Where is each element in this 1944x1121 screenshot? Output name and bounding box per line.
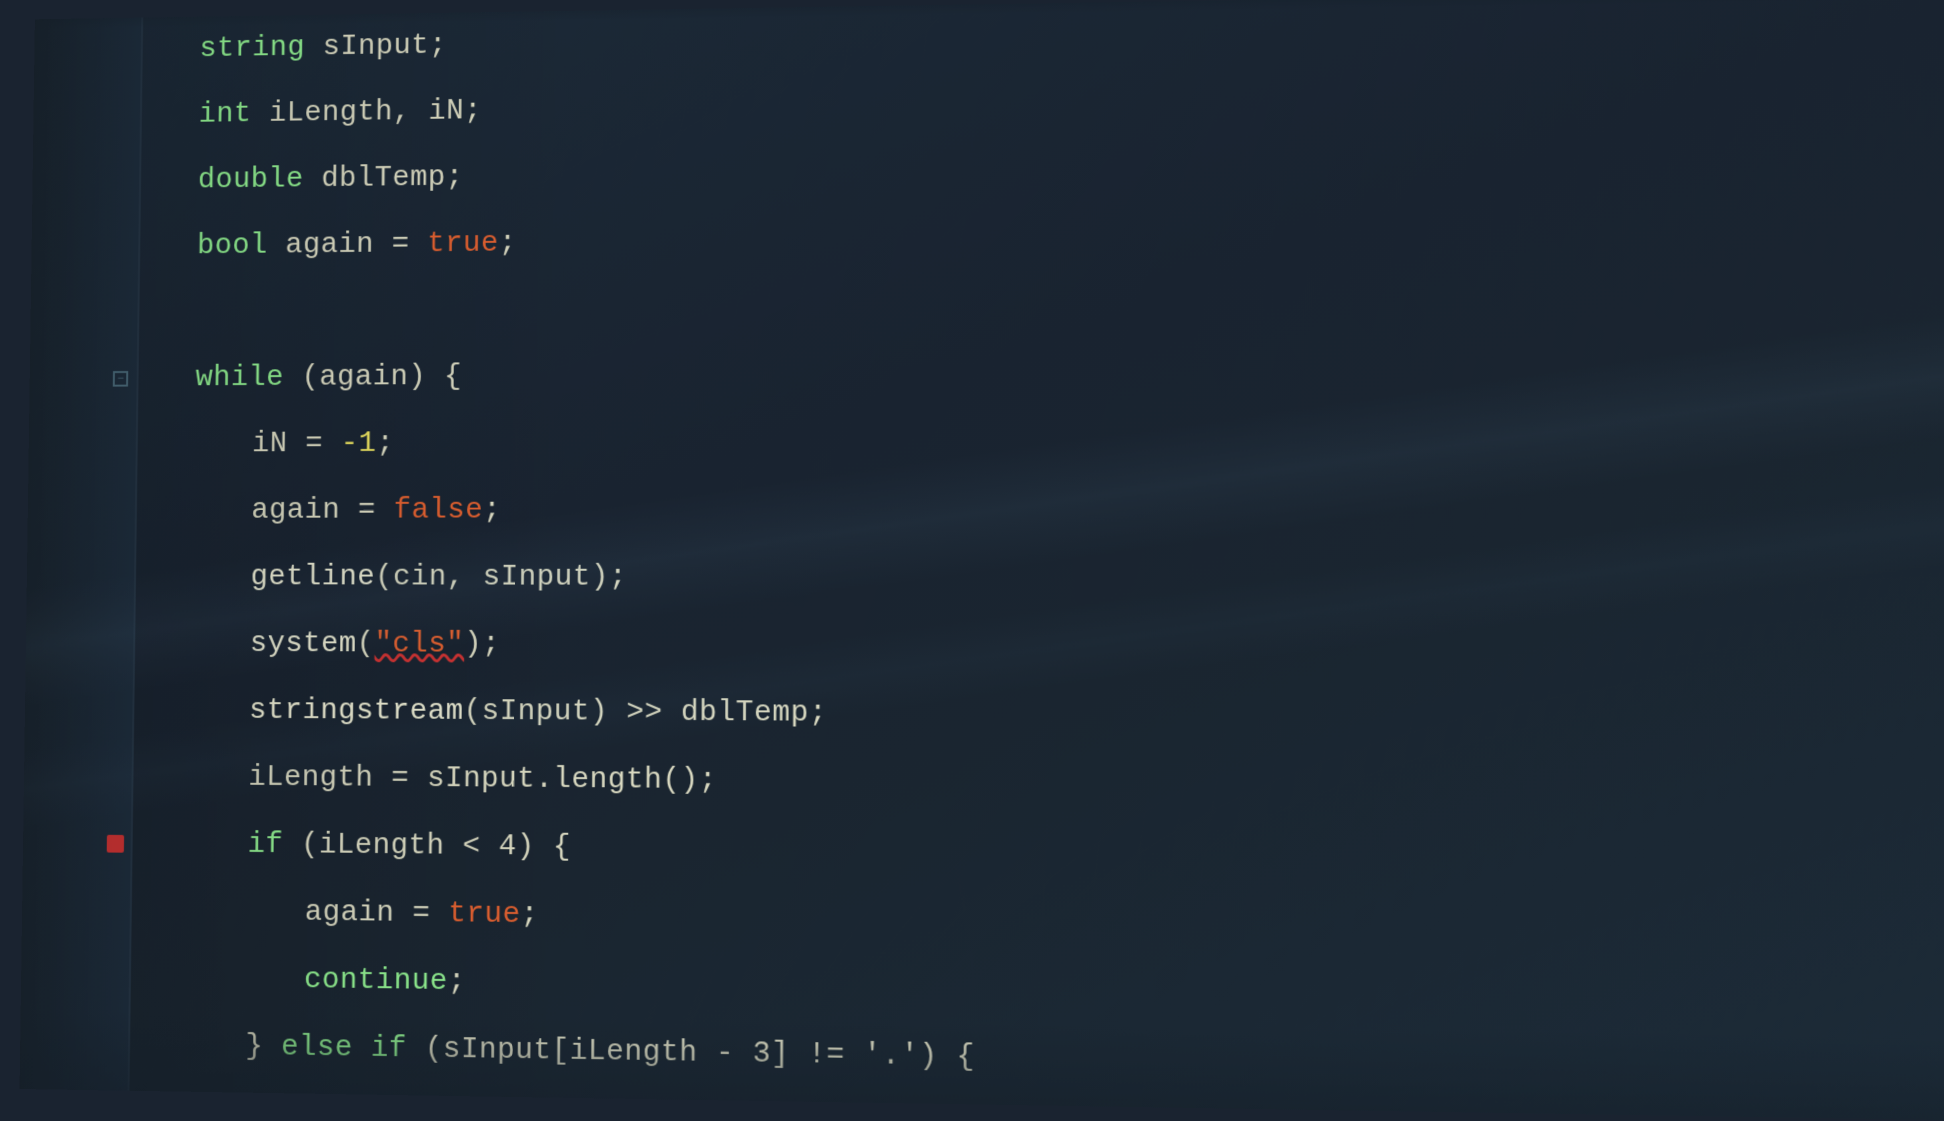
line-content-19: double dblTemp; [141, 145, 464, 214]
token-text: (cin, sInput); [375, 561, 627, 595]
token-boolean: false [394, 494, 484, 528]
line-content-26: system("cls"); [135, 611, 501, 679]
code-line-22: 22 while (again) { [138, 335, 1944, 412]
token-keyword: int [199, 98, 252, 132]
token-if: if [247, 828, 283, 862]
line-content-17: string sInput; [142, 13, 447, 83]
line-content-18: int iLength, iN; [141, 78, 482, 148]
token-text: (iLength < 4) { [283, 828, 571, 864]
code-line-21: 21 [139, 265, 1944, 346]
token-text: again = [305, 896, 449, 931]
token-boolean: true [448, 897, 521, 932]
token-text: sInput; [305, 29, 447, 64]
line-number-gutter: − − [20, 18, 144, 1091]
token-keyword: string [199, 31, 305, 65]
token-keyword: bool [197, 229, 268, 263]
token-punc: ; [499, 227, 517, 260]
fold-marker-line22[interactable]: − [113, 371, 128, 387]
token-number: -1 [341, 427, 377, 460]
line-content-29: if (iLength < 4) { [132, 810, 571, 881]
token-boolean: true [447, 1101, 520, 1121]
code-editor: − − 17 string sInput; 18 int iLength, iN… [20, 0, 1944, 1121]
code-content: 17 string sInput; 18 int iLength, iN; 19… [129, 0, 1944, 1121]
token-continue: continue [304, 963, 448, 999]
token-punc: ; [521, 898, 539, 932]
token-punc: ; [483, 494, 501, 528]
token-boolean: true [427, 227, 499, 261]
token-text: (sInput[iLength - 3] != '.') { [407, 1032, 975, 1075]
token-text: again = [251, 494, 394, 527]
token-text: dblTemp; [304, 161, 464, 196]
token-punc: ); [464, 628, 500, 662]
line-content-27: stringstream(sInput) >> dblTemp; [134, 677, 828, 748]
line-content-20: bool again = true; [140, 210, 517, 280]
token-function: stringstream [249, 694, 464, 729]
token-text: } [245, 1030, 281, 1064]
line-content-24: again = false; [136, 477, 501, 544]
token-text: again = [303, 1099, 447, 1121]
token-punc: ; [448, 965, 466, 999]
code-line-26: 26 system("cls"); [135, 611, 1944, 684]
line-content-28: iLength = sInput.length(); [133, 744, 717, 815]
token-keyword: double [198, 163, 304, 197]
line-content-25: getline(cin, sInput); [136, 544, 628, 611]
code-line-23: 23 iN = -1; [137, 404, 1944, 478]
token-text: iLength = sInput.length(); [248, 761, 717, 798]
line-content-23: iN = -1; [137, 411, 394, 478]
line-content-22: while (again) { [138, 344, 462, 412]
token-punc: ; [376, 427, 394, 460]
breakpoint-marker-line29[interactable] [107, 835, 124, 853]
token-else-if: else if [281, 1031, 407, 1067]
code-line-24: 24 again = false; [136, 474, 1944, 544]
token-while: while [195, 361, 284, 395]
line-number-33: 33 [33, 1096, 115, 1121]
token-text: (sInput) >> dblTemp; [464, 695, 828, 731]
token-text: ( [357, 628, 375, 662]
token-string: "cls" [374, 628, 464, 662]
line-content-30: again = true; [131, 877, 539, 949]
token-text: iLength, iN; [251, 95, 482, 131]
token-function: getline [250, 561, 375, 594]
token-punc: ; [519, 1102, 537, 1121]
token-text: again = [267, 228, 427, 263]
token-text: (again) { [284, 360, 462, 394]
line-content-31: continue; [130, 944, 466, 1016]
line-content-21 [139, 280, 157, 346]
code-line-25: 25 getline(cin, sInput); [136, 544, 1944, 614]
token-text: iN = [252, 428, 341, 462]
code-line-27: 27 stringstream(sInput) >> dblTemp; [134, 677, 1944, 754]
token-function: system [250, 627, 357, 661]
